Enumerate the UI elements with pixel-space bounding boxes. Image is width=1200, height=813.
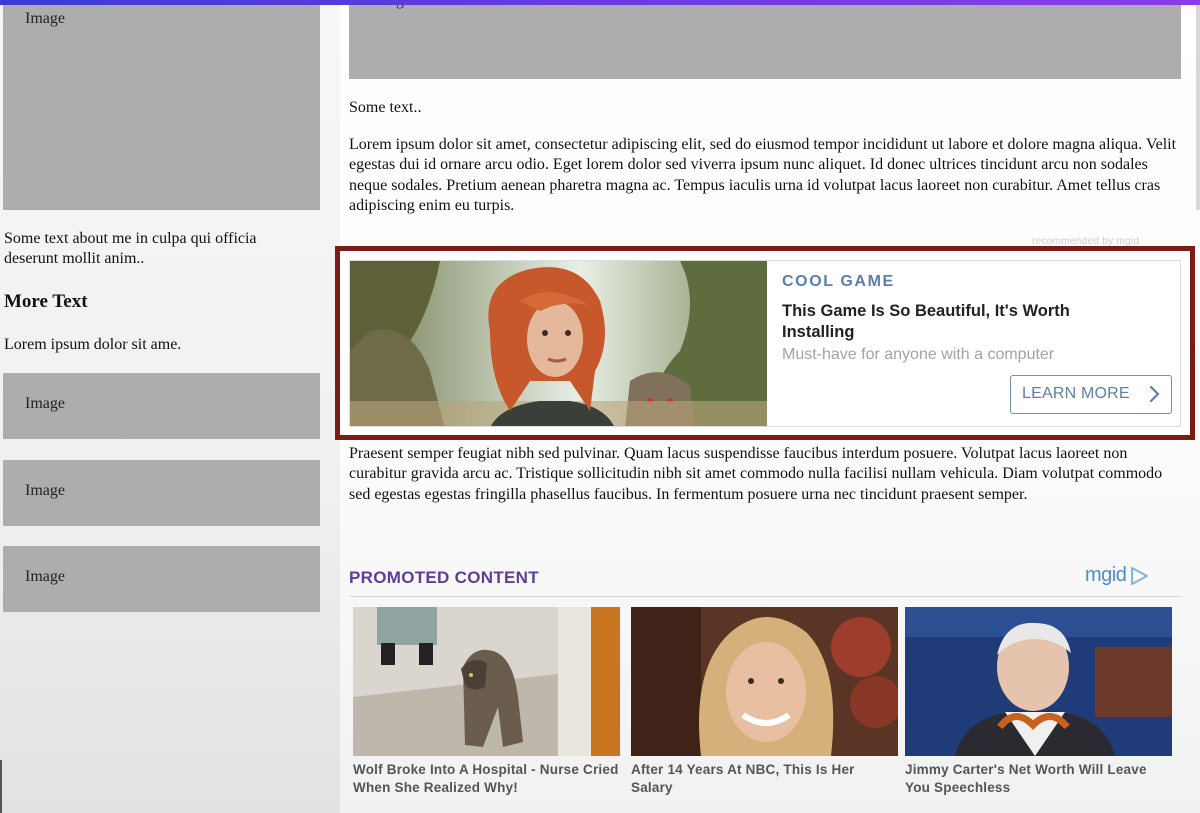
highlighted-ad-frame: COOL GAME This Game Is So Beautiful, It'…: [335, 246, 1195, 440]
game-character-image: [350, 261, 767, 426]
promoted-card[interactable]: Jimmy Carter's Net Worth Will Leave You …: [905, 607, 1172, 797]
native-ad-card[interactable]: COOL GAME This Game Is So Beautiful, It'…: [349, 260, 1181, 427]
some-text: Some text..: [349, 99, 422, 116]
promoted-card[interactable]: After 14 Years At NBC, This Is Her Salar…: [631, 607, 898, 797]
placeholder-label: Image: [25, 395, 65, 412]
sidebar-image-placeholder: Image: [3, 546, 320, 612]
play-triangle-icon: [1131, 566, 1149, 585]
window-edge-line: [0, 760, 2, 813]
chevron-right-icon: [1149, 385, 1160, 403]
card-caption[interactable]: Jimmy Carter's Net Worth Will Leave You …: [905, 761, 1172, 797]
learn-more-label: LEARN MORE: [1022, 385, 1130, 402]
learn-more-button[interactable]: LEARN MORE: [1010, 375, 1172, 414]
about-text: Some text about me in culpa qui officia …: [4, 230, 257, 267]
browser-top-gradient-bar: [0, 0, 1200, 5]
sidebar-image-placeholder: Image: [3, 373, 320, 439]
ad-description: Must-have for anyone with a computer: [782, 346, 1055, 363]
more-text-heading: More Text: [4, 291, 88, 312]
more-text-body: Lorem ipsum dolor sit ame.: [4, 336, 182, 353]
smiling-woman-image: [631, 607, 898, 756]
mgid-logo[interactable]: mgid: [1085, 564, 1149, 587]
promoted-card[interactable]: Wolf Broke Into A Hospital - Nurse Cried…: [353, 607, 620, 797]
sidebar-image-placeholder: Image: [3, 460, 320, 526]
ad-title[interactable]: This Game Is So Beautiful, It's Worth In…: [782, 301, 1142, 342]
elderly-man-image: [905, 607, 1172, 756]
sidebar: Image Some text about me in culpa qui of…: [0, 0, 340, 813]
sidebar-image-placeholder: Image: [3, 0, 320, 210]
ad-category: COOL GAME: [782, 273, 895, 290]
scrollbar[interactable]: [1196, 0, 1200, 210]
placeholder-label: Image: [25, 568, 65, 585]
lorem-paragraph: Lorem ipsum dolor sit amet, consectetur …: [349, 136, 1177, 214]
card-caption[interactable]: After 14 Years At NBC, This Is Her Salar…: [631, 761, 898, 797]
placeholder-label: Image: [25, 482, 65, 499]
card-caption[interactable]: Wolf Broke Into A Hospital - Nurse Cried…: [353, 761, 620, 797]
praesent-paragraph: Praesent semper feugiat nibh sed pulvina…: [349, 445, 1163, 503]
wolf-hospital-image: [353, 607, 620, 756]
mgid-logo-text: mgid: [1085, 564, 1127, 586]
placeholder-label: Image: [25, 10, 65, 27]
promoted-content-heading: PROMOTED CONTENT: [349, 568, 539, 587]
promoted-divider: [349, 596, 1181, 597]
hero-image-placeholder: Image: [349, 0, 1181, 79]
